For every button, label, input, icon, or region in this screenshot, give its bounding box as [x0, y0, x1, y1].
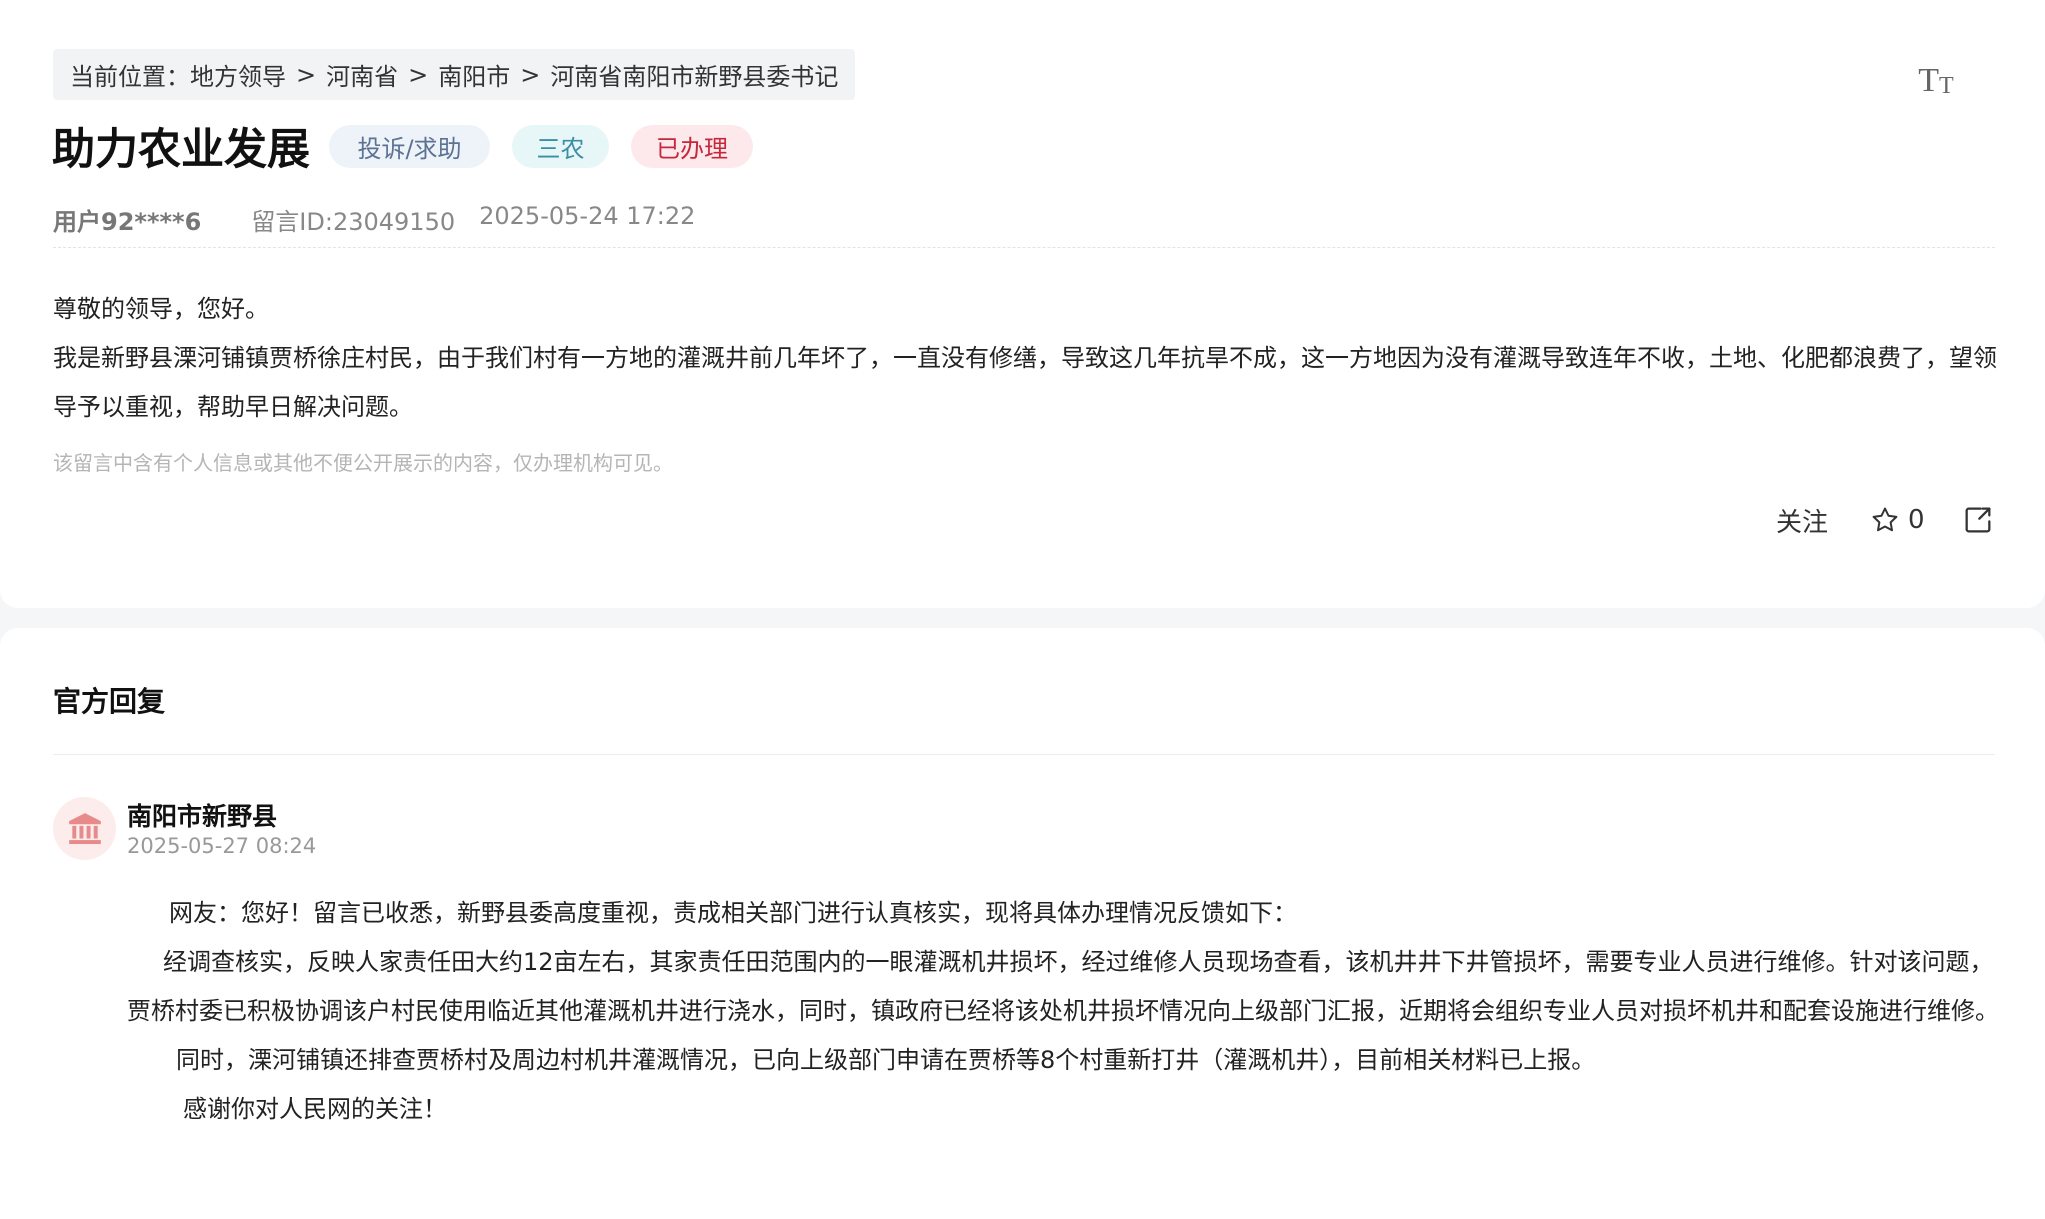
share-button[interactable] — [1962, 498, 1994, 542]
message-id: 留言ID:23049150 — [251, 208, 456, 236]
star-count: 0 — [1908, 505, 1925, 535]
reply-content: 网友：您好！留言已收悉，新野县委高度重视，责成相关部门进行认真核实，现将具体办理… — [127, 889, 1999, 1134]
breadcrumb-item-city[interactable]: 南阳市 — [438, 57, 510, 92]
reply-paragraph: 网友：您好！留言已收悉，新野县委高度重视，责成相关部门进行认真核实，现将具体办理… — [169, 899, 1297, 927]
reply-heading: 官方回复 — [53, 685, 166, 718]
reply-org: 南阳市新野县 — [127, 802, 278, 831]
breadcrumb-separator: > — [408, 60, 429, 89]
breadcrumb-item-official[interactable]: 河南省南阳市新野县委书记 — [550, 57, 838, 92]
message-card: 当前位置： 地方领导 > 河南省 > 南阳市 > 河南省南阳市新野县委书记 TT… — [0, 0, 2045, 608]
star-icon — [1872, 507, 1898, 532]
follow-label: 关注 — [1776, 507, 1829, 538]
breadcrumb-item-leaders[interactable]: 地方领导 — [190, 57, 286, 92]
tag-category: 三农 — [512, 125, 609, 168]
avatar — [53, 797, 116, 860]
breadcrumb-separator: > — [520, 60, 541, 89]
follow-button[interactable]: 关注 — [1776, 498, 1828, 542]
status-badge: 已办理 — [631, 125, 753, 168]
government-building-icon — [68, 812, 101, 844]
post-meta: 用户92****6 留言ID:23049150 2025-05-24 17:22 — [53, 202, 695, 237]
post-paragraph: 尊敬的领导，您好。 — [53, 295, 269, 323]
breadcrumb: 当前位置： 地方领导 > 河南省 > 南阳市 > 河南省南阳市新野县委书记 — [53, 49, 856, 100]
share-icon — [1965, 507, 1991, 533]
privacy-notice: 该留言中含有个人信息或其他不便公开展示的内容，仅办理机构可见。 — [53, 451, 673, 475]
breadcrumb-prefix: 当前位置： — [70, 63, 190, 91]
post-title: 助力农业发展 — [52, 125, 310, 175]
divider — [53, 247, 1995, 248]
post-user: 用户92****6 — [53, 208, 202, 236]
post-content: 尊敬的领导，您好。 我是新野县溧河铺镇贾桥徐庄村民，由于我们村有一方地的灌溉井前… — [53, 285, 1998, 432]
tag-type: 投诉/求助 — [329, 125, 490, 168]
reply-datetime: 2025-05-27 08:24 — [127, 834, 317, 858]
star-button[interactable]: 0 — [1870, 498, 1925, 542]
breadcrumb-separator: > — [296, 60, 317, 89]
font-size-icon[interactable]: TT — [1916, 58, 1956, 99]
reply-paragraph: 同时，溧河铺镇还排查贾桥村及周边村机井灌溉情况，已向上级部门申请在贾桥等8个村重… — [176, 1046, 1596, 1074]
divider — [53, 754, 1995, 755]
reply-paragraph: 感谢你对人民网的关注！ — [183, 1095, 447, 1123]
post-datetime: 2025-05-24 17:22 — [479, 202, 696, 230]
reply-paragraph: 经调查核实，反映人家责任田大约12亩左右，其家责任田范围内的一眼灌溉机井损坏，经… — [127, 948, 1999, 1025]
breadcrumb-item-province[interactable]: 河南省 — [326, 57, 398, 92]
post-paragraph: 我是新野县溧河铺镇贾桥徐庄村民，由于我们村有一方地的灌溉井前几年坏了，一直没有修… — [53, 344, 1997, 421]
